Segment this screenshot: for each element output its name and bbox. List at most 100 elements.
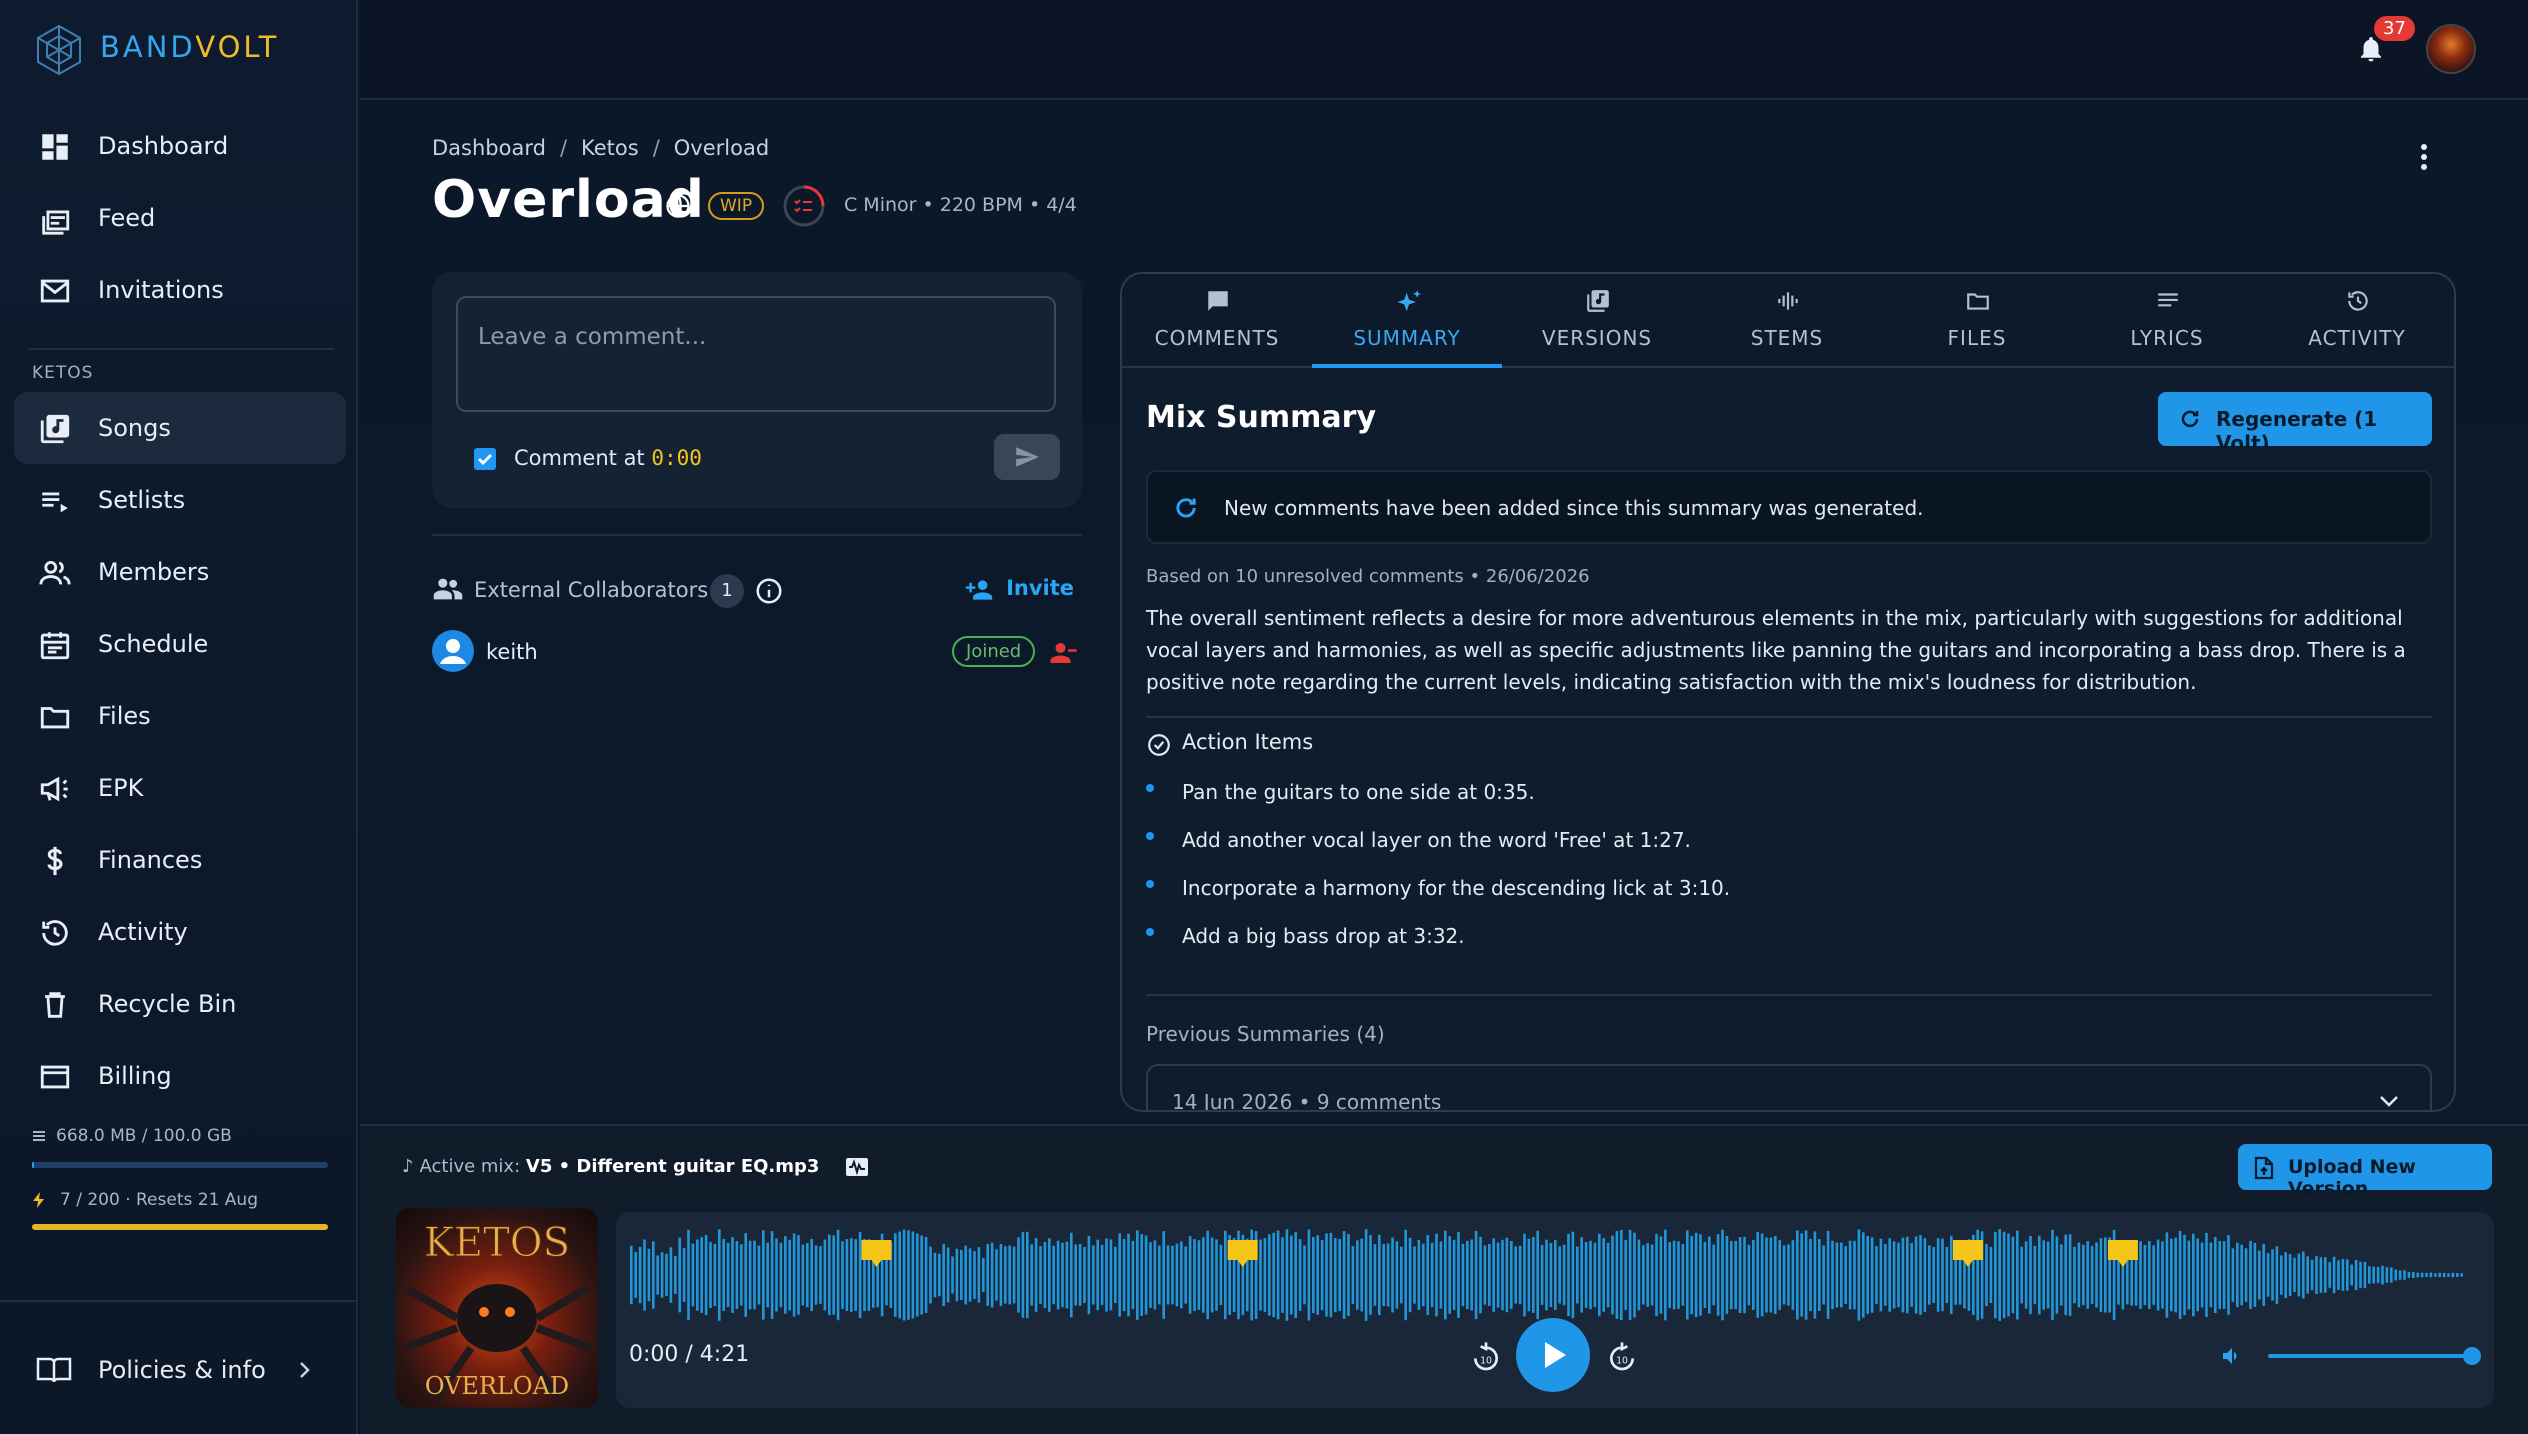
waveform-bar [1501,1239,1504,1311]
sidebar-item-invitations[interactable]: Invitations [14,254,346,326]
waveform-bar [2200,1242,2204,1308]
sidebar-item-dashboard[interactable]: Dashboard [14,110,346,182]
waveform-bar [1576,1246,1579,1304]
comment-input[interactable]: Leave a comment... [456,296,1056,412]
waveform-bar [2376,1266,2380,1284]
waveform-bar [2456,1273,2459,1277]
waveform-bar [982,1258,985,1292]
previous-summary-accordion[interactable]: 14 Jun 2026 • 9 comments [1146,1064,2432,1110]
sidebar-item-members[interactable]: Members [14,536,346,608]
song-details-panel: COMMENTS SUMMARY VERSIONS STEMS FILES LY… [1120,272,2456,1112]
waveform-bar [1391,1237,1394,1313]
waveform-bar [1210,1237,1214,1313]
waveform-bar [779,1242,783,1308]
waveform-bar [1474,1230,1478,1320]
invite-button[interactable]: Invite [965,576,1074,600]
comment-timestamp-checkbox[interactable] [474,448,496,470]
comment-marker-icon[interactable] [1227,1240,1258,1267]
waveform-bar [1518,1245,1522,1305]
waveform-bar [2350,1264,2353,1286]
policies-info-button[interactable]: Policies & info [0,1300,356,1434]
waveform-bar [1791,1240,1795,1310]
waveform-bar [1488,1244,1491,1306]
info-icon[interactable] [754,576,784,606]
waveform-bar [2394,1269,2397,1281]
waveform-bar [1303,1245,1306,1305]
sidebar-item-songs[interactable]: Songs [14,392,346,464]
regenerate-button[interactable]: Regenerate (1 Volt) [2158,392,2432,455]
waveform-bar [1360,1238,1363,1312]
waveform-bar [2332,1256,2336,1294]
breadcrumb-ketos[interactable]: Ketos [581,136,639,160]
waveform-bar [1188,1236,1192,1314]
tab-versions[interactable]: VERSIONS [1502,274,1692,368]
waveform-bar [2007,1233,2010,1317]
waveform-bar [1364,1229,1368,1321]
sidebar-item-recycle-bin[interactable]: Recycle Bin [14,968,346,1040]
tab-comments[interactable]: COMMENTS [1122,274,1312,368]
comment-marker-icon[interactable] [2107,1240,2138,1267]
volts-text: 7 / 200 · Resets 21 Aug [60,1190,258,1210]
waveform-bar [1809,1238,1812,1312]
sidebar-item-billing[interactable]: Billing [14,1040,346,1112]
waveform-bar [753,1240,756,1310]
waveform-bar [1496,1242,1500,1308]
breadcrumb-dashboard[interactable]: Dashboard [432,136,546,160]
sidebar-item-setlists[interactable]: Setlists [14,464,346,536]
waveform[interactable] [616,1220,2494,1330]
waveform-bar [2156,1239,2160,1311]
waveform-bar [1144,1235,1148,1315]
volume-slider-handle[interactable] [2463,1347,2481,1365]
send-icon [1016,447,1039,467]
waveform-bar [1479,1236,1482,1314]
status-badge[interactable]: WIP [708,192,765,220]
volume-icon[interactable] [2220,1344,2244,1368]
tab-bar: COMMENTS SUMMARY VERSIONS STEMS FILES LY… [1122,274,2454,368]
rewind-10-icon[interactable]: 10 [1470,1340,1502,1374]
sidebar-item-activity[interactable]: Activity [14,896,346,968]
tab-activity[interactable]: ACTIVITY [2262,274,2452,368]
collaborators-label: External Collaborators [474,578,709,602]
sidebar-item-files[interactable]: Files [14,680,346,752]
sidebar-item-label: Files [98,702,151,730]
tab-summary[interactable]: SUMMARY [1312,274,1502,368]
waveform-toggle-icon[interactable] [845,1157,869,1177]
volume-slider[interactable] [2268,1347,2481,1365]
send-comment-button[interactable] [994,434,1060,480]
tab-lyrics[interactable]: LYRICS [2072,274,2262,368]
sidebar-item-finances[interactable]: Finances [14,824,346,896]
waveform-bar [894,1233,897,1317]
waveform-bar [1532,1237,1535,1313]
tab-stems[interactable]: STEMS [1692,274,1882,368]
waveform-bar [2253,1242,2257,1308]
upload-new-version-button[interactable]: Upload New Version [2238,1144,2492,1200]
waveform-bar [1153,1240,1157,1310]
globe-icon[interactable] [664,192,692,220]
forward-10-icon[interactable]: 10 [1606,1340,1638,1374]
waveform-bar [1285,1229,1289,1321]
brand-name[interactable]: BANDVOLT [100,30,279,64]
waveform-bar [1180,1241,1183,1309]
waveform-bar [2354,1259,2358,1291]
sidebar-item-epk[interactable]: EPK [14,752,346,824]
sidebar: BANDVOLT Dashboard Feed Invitations KETO… [0,0,358,1434]
folder-icon [40,707,70,729]
waveform-bar [1699,1234,1702,1316]
waveform-bar [1202,1237,1205,1313]
waveform-bar [1769,1237,1773,1313]
more-options-icon[interactable] [2420,142,2428,172]
waveform-bar [1879,1238,1883,1312]
remove-person-icon[interactable] [1048,640,1078,666]
waveform-bar [1334,1238,1337,1313]
sidebar-item-schedule[interactable]: Schedule [14,608,346,680]
waveform-bar [2222,1241,2226,1309]
checklist-progress-icon[interactable] [782,184,826,228]
waveform-bar [1004,1246,1007,1304]
svg-text:10: 10 [1616,1356,1628,1367]
user-avatar[interactable] [2426,24,2476,74]
user-avatar-icon [432,630,474,672]
sidebar-item-feed[interactable]: Feed [14,182,346,254]
waveform-bar [2447,1273,2450,1277]
tab-files[interactable]: FILES [1882,274,2072,368]
play-button[interactable] [1516,1318,1590,1392]
